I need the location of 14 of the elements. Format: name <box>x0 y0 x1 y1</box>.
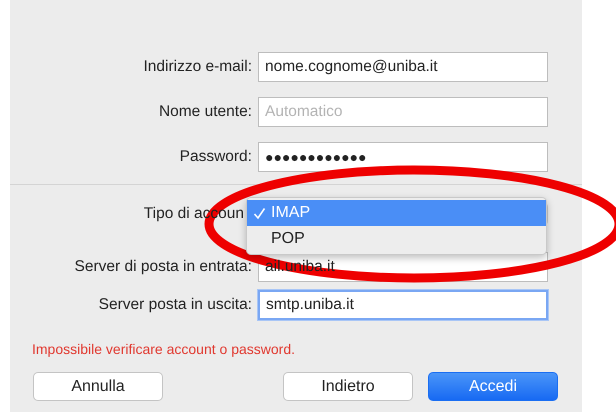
menu-item[interactable]: POP <box>247 226 546 252</box>
secondary-button[interactable]: Indietro <box>283 372 413 401</box>
field-label: Nome utente: <box>158 103 253 121</box>
sign-in-button[interactable]: Accedi <box>428 372 558 401</box>
secondary-button[interactable]: Annulla <box>33 372 163 401</box>
checkmark-icon <box>253 206 266 220</box>
field-label: Indirizzo e-mail: <box>142 58 253 76</box>
field-label: Server di posta in entrata: <box>74 258 253 276</box>
field-label: Password: <box>178 148 253 166</box>
input-field[interactable]: nome.cognome@uniba.it <box>258 52 548 82</box>
input-field[interactable]: smtp.uniba.it <box>258 290 548 320</box>
password-field[interactable]: ●●●●●●●●●●●● <box>258 142 548 172</box>
error-message: Impossibile verificare account o password. <box>32 341 296 357</box>
field-label: Server posta in uscita: <box>98 296 253 314</box>
